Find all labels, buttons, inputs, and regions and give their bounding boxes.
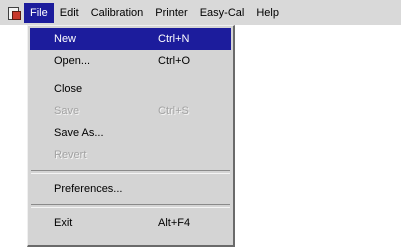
menu-file[interactable]: File bbox=[24, 2, 54, 23]
menu-item-label: Save As... bbox=[54, 127, 104, 139]
menu-item-shortcut: Alt+F4 bbox=[158, 217, 191, 229]
menu-separator bbox=[31, 170, 230, 174]
menu-item-label: Open... bbox=[54, 55, 91, 67]
file-dropdown-menu: New Ctrl+N Open... Ctrl+O Close Save Ctr… bbox=[27, 25, 235, 247]
menu-calibration[interactable]: Calibration bbox=[85, 3, 150, 23]
menu-item-save: Save Ctrl+S bbox=[28, 100, 233, 122]
menu-item-open[interactable]: Open... Ctrl+O bbox=[28, 50, 233, 72]
menu-item-label: Save bbox=[54, 105, 80, 117]
menu-item-label: Preferences... bbox=[54, 183, 123, 195]
menu-item-shortcut: Ctrl+S bbox=[158, 105, 189, 117]
menu-item-preferences[interactable]: Preferences... bbox=[28, 178, 233, 200]
menu-help[interactable]: Help bbox=[250, 3, 285, 23]
menu-item-save-as[interactable]: Save As... bbox=[28, 122, 233, 144]
menu-bar: File Edit Calibration Printer Easy-Cal H… bbox=[0, 0, 401, 25]
menu-item-shortcut: Ctrl+N bbox=[158, 33, 190, 45]
menu-item-revert: Revert bbox=[28, 144, 233, 166]
menu-item-label: Exit bbox=[54, 217, 73, 229]
menu-item-label: New bbox=[54, 33, 77, 45]
menu-item-exit[interactable]: Exit Alt+F4 bbox=[28, 212, 233, 234]
menu-item-close[interactable]: Close bbox=[28, 78, 233, 100]
menu-item-label: Close bbox=[54, 83, 83, 95]
menu-item-label: Revert bbox=[54, 149, 87, 161]
menu-separator bbox=[31, 204, 230, 208]
app-document-icon[interactable] bbox=[7, 6, 21, 20]
application-window: File Edit Calibration Printer Easy-Cal H… bbox=[0, 0, 401, 247]
menu-edit[interactable]: Edit bbox=[54, 3, 85, 23]
menu-printer[interactable]: Printer bbox=[149, 3, 193, 23]
menu-item-shortcut: Ctrl+O bbox=[158, 55, 191, 67]
menu-easy-cal[interactable]: Easy-Cal bbox=[194, 3, 251, 23]
menu-item-new[interactable]: New Ctrl+N bbox=[30, 28, 231, 50]
